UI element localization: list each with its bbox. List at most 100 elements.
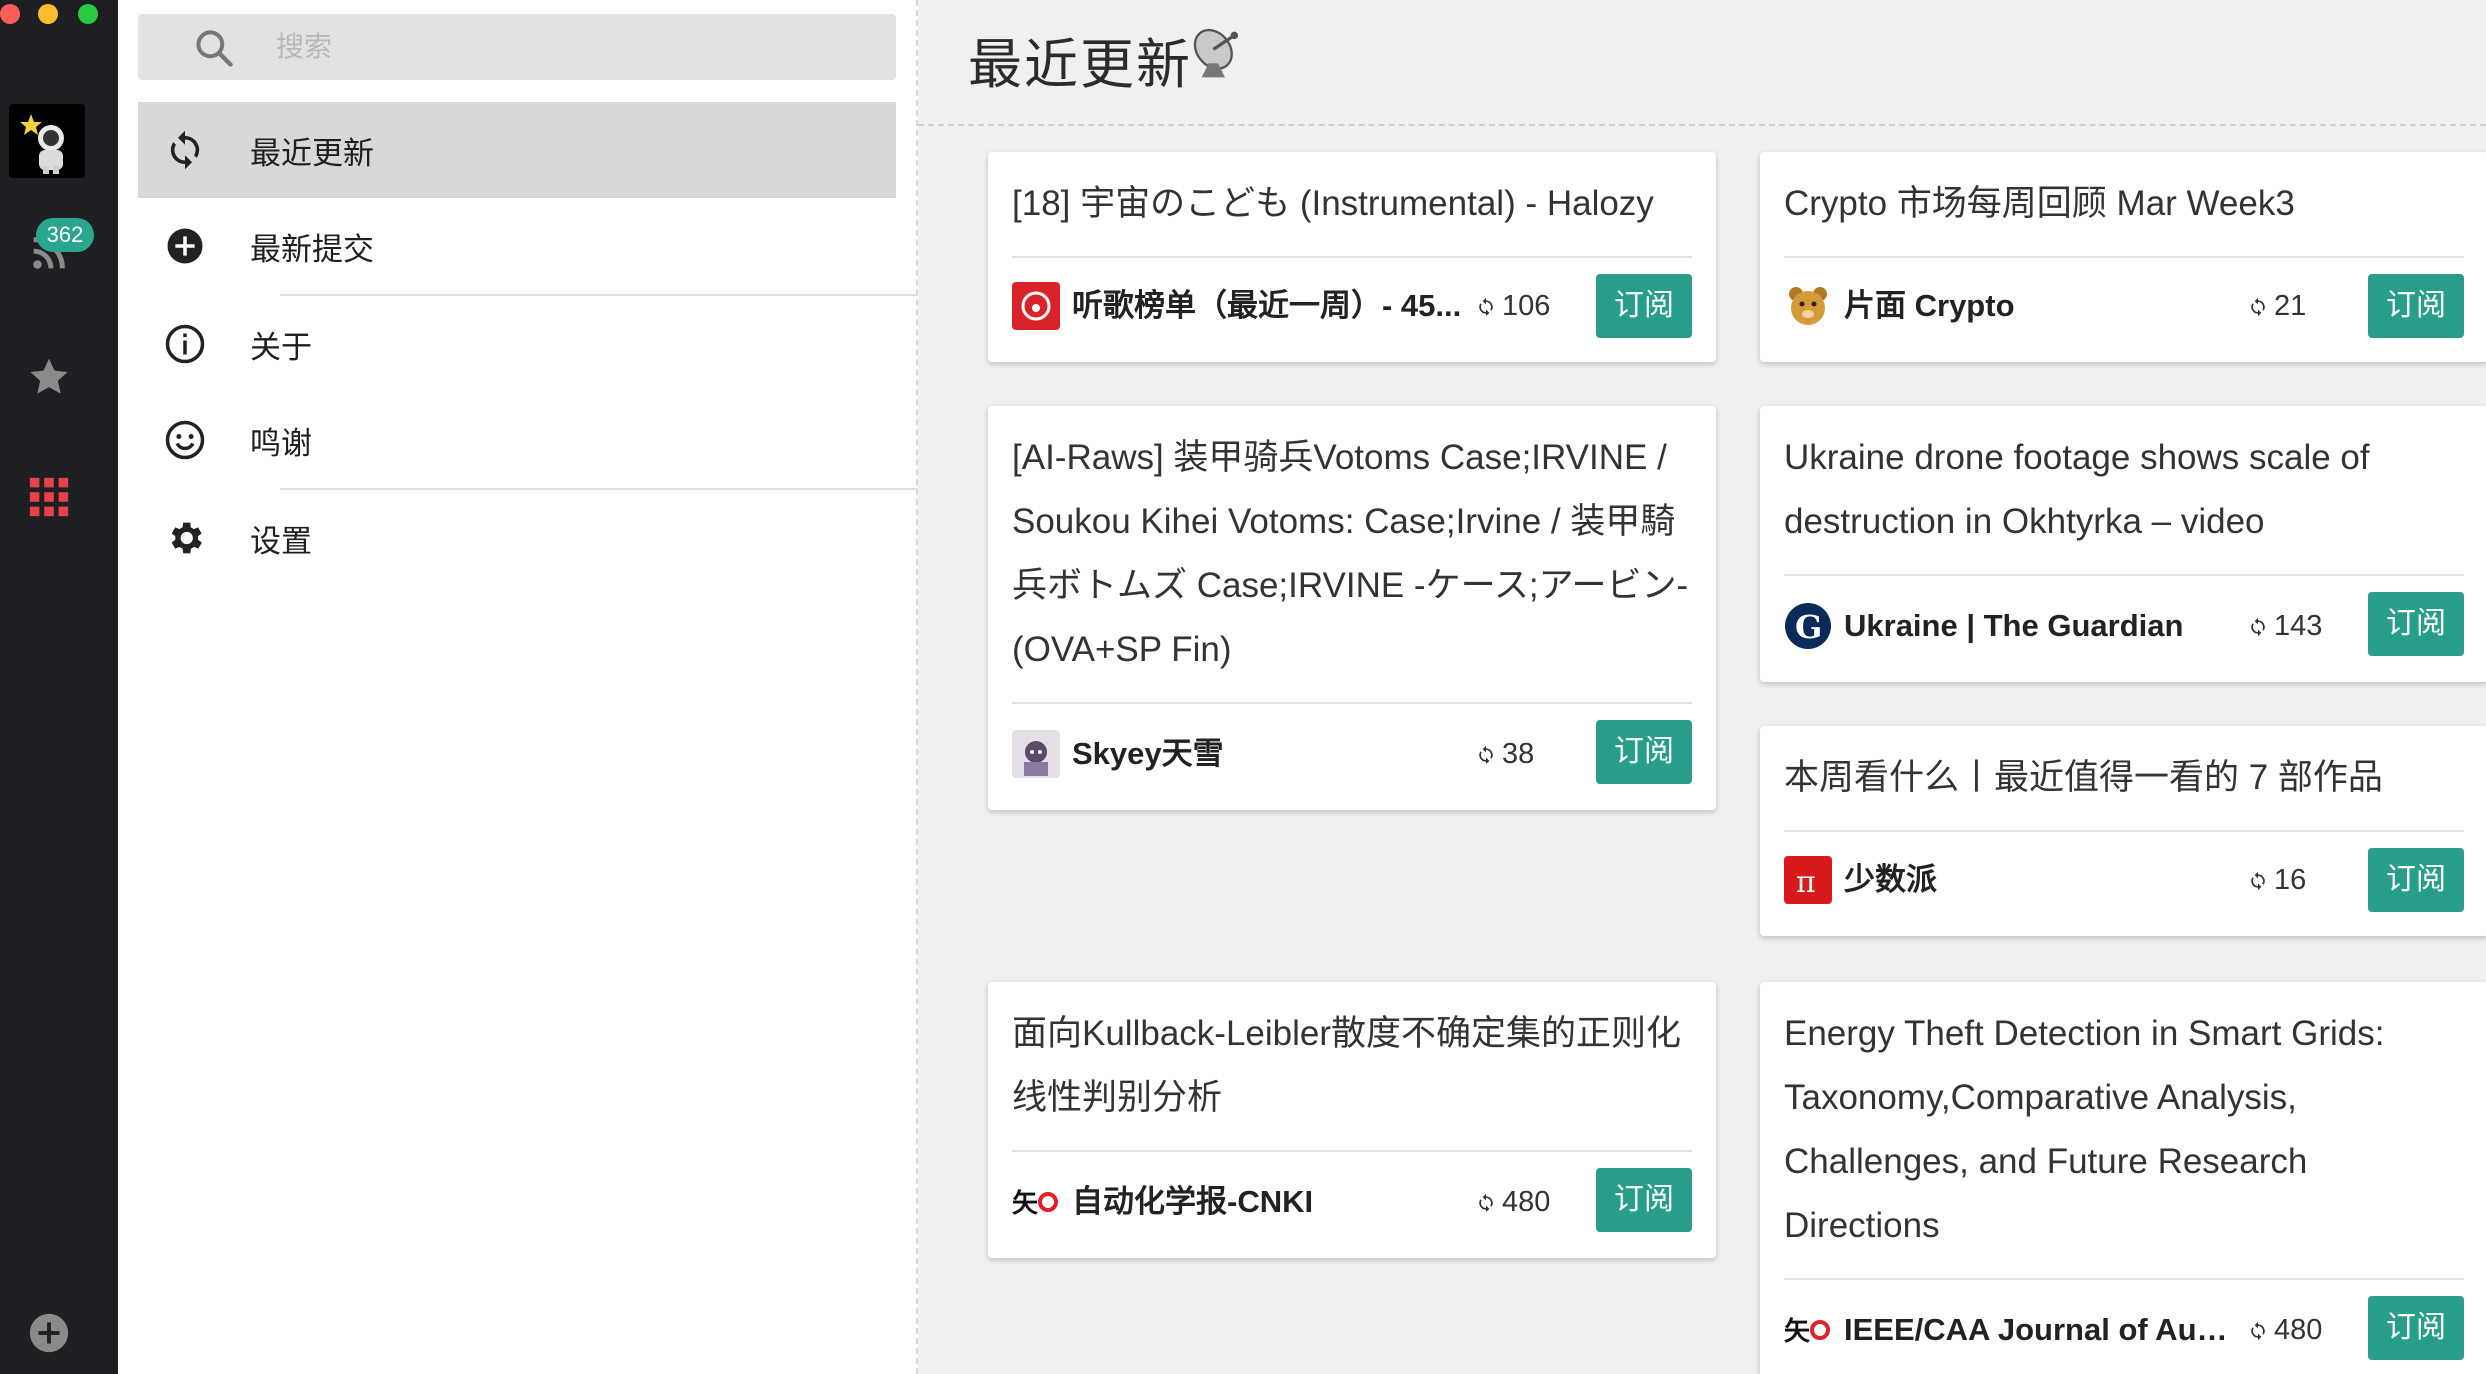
subscriber-count: 143 [2248,602,2322,650]
search-icon [196,30,233,67]
feed-name[interactable]: 听歌榜单（最近一周）- 45... [1072,282,1462,330]
nav-item-settings[interactable]: 设置 [138,490,896,586]
page-title: 最近更新 [968,35,1192,95]
feed-name[interactable]: Ukraine | The Guardian [1844,602,2224,650]
article-title[interactable]: Energy Theft Detection in Smart Grids: T… [1784,1002,2464,1258]
card-divider [1012,256,1692,258]
subscriber-count-value: 38 [1502,738,1535,770]
subscriber-count: 38 [1476,730,1534,778]
svg-text:G: G [1795,608,1822,646]
netease-music-icon [1012,282,1060,330]
nav-item-about[interactable]: 关于 [138,296,896,392]
sync-icon [1479,297,1493,317]
svg-text:矢: 矢 [1012,1188,1039,1219]
app-window: 362 搜索 最近更新 最新提交 关于 鸣谢 设置 最近更新 [18] 宇宙のこ… [0,0,2486,1374]
add-feed-icon[interactable] [26,1310,72,1356]
star-icon[interactable] [26,354,72,400]
anime-avatar-icon [1012,730,1060,778]
bear-icon [1784,282,1832,330]
card-divider [1784,1278,2464,1280]
article-card[interactable]: [AI-Raws] 装甲骑兵Votoms Case;IRVINE / Souko… [988,406,1716,810]
article-title[interactable]: Crypto 市场每周回顾 Mar Week3 [1784,172,2464,236]
article-card[interactable]: 本周看什么丨最近值得一看的 7 部作品 π 少数派 16 订阅 [1760,726,2486,936]
subscriber-count-value: 480 [2274,1314,2323,1346]
subscriber-count-value: 21 [2274,290,2307,322]
window-close-button[interactable] [0,4,20,24]
article-card[interactable]: Crypto 市场每周回顾 Mar Week3 片面 Crypto 21 订阅 [1760,152,2486,362]
article-title[interactable]: Ukraine drone footage shows scale of des… [1784,426,2464,554]
sync-icon [2251,871,2265,891]
app-rail: 362 [0,0,118,1374]
user-avatar[interactable] [9,104,85,178]
subscriber-count-value: 480 [1502,1186,1551,1218]
astronaut-icon [9,104,85,178]
card-divider [1784,574,2464,576]
smile-icon [165,420,205,460]
cnki-icon: 矢 [1012,1178,1060,1226]
sync-icon [170,130,200,170]
subscriber-count: 21 [2248,282,2306,330]
window-zoom-button[interactable] [78,4,98,24]
article-title[interactable]: 面向Kullback-Leibler散度不确定集的正则化线性判别分析 [1012,1002,1692,1130]
svg-text:π: π [1796,865,1816,900]
nav-item-thanks[interactable]: 鸣谢 [138,392,896,488]
add-circle-icon [167,228,203,264]
card-divider [1012,1150,1692,1152]
article-title[interactable]: [AI-Raws] 装甲骑兵Votoms Case;IRVINE / Souko… [1012,426,1692,682]
nav-label: 最近更新 [250,135,374,171]
article-title[interactable]: 本周看什么丨最近值得一看的 7 部作品 [1784,746,2464,810]
sspai-icon: π [1784,856,1832,904]
card-divider [1784,830,2464,832]
article-card[interactable]: Energy Theft Detection in Smart Grids: T… [1760,982,2486,1374]
sync-icon [2251,1321,2265,1341]
article-card[interactable]: [18] 宇宙のこども (Instrumental) - Halozy 听歌榜单… [988,152,1716,362]
card-divider [1012,702,1692,704]
subscribe-button[interactable]: 订阅 [1596,1168,1692,1232]
subscriber-count: 106 [1476,282,1550,330]
subscriber-count: 16 [2248,856,2306,904]
feed-name[interactable]: 片面 Crypto [1844,282,2224,330]
nav-item-recent-updates[interactable]: 最近更新 [138,102,896,198]
svg-text:矢: 矢 [1784,1316,1811,1347]
sync-icon [1479,1193,1493,1213]
feed-name[interactable]: Skyey天雪 [1072,730,1452,778]
satellite-dish-icon [1193,28,1239,78]
subscribe-button[interactable]: 订阅 [1596,274,1692,338]
nav-label: 设置 [250,523,312,559]
cnki-icon: 矢 [1784,1306,1832,1354]
article-card[interactable]: 面向Kullback-Leibler散度不确定集的正则化线性判别分析 矢 自动化… [988,982,1716,1258]
nav-label: 鸣谢 [250,425,312,461]
search-box[interactable] [138,14,896,80]
unread-count-badge: 362 [36,218,94,252]
subscriber-count-value: 143 [2274,610,2323,642]
subscribe-button[interactable]: 订阅 [2368,1296,2464,1360]
feed-name[interactable]: IEEE/CAA Journal of Auto... [1844,1306,2234,1354]
nav-label: 关于 [250,329,312,365]
feed-name[interactable]: 少数派 [1844,856,2224,904]
nav-label: 最新提交 [250,231,374,267]
title-divider [918,124,2486,126]
subscribe-button[interactable]: 订阅 [1596,720,1692,784]
main-content: 最近更新 [18] 宇宙のこども (Instrumental) - Halozy… [918,0,2486,1374]
sync-icon [2251,617,2265,637]
apps-grid-icon[interactable] [26,474,72,520]
subscriber-count-value: 106 [1502,290,1551,322]
info-icon [165,324,205,364]
subscribe-button[interactable]: 订阅 [2368,848,2464,912]
nav-sidebar: 最近更新 最新提交 关于 [118,0,918,1374]
subscriber-count: 480 [1476,1178,1550,1226]
article-title[interactable]: [18] 宇宙のこども (Instrumental) - Halozy [1012,172,1692,236]
gear-icon [171,522,202,554]
nav-item-latest-submissions[interactable]: 最新提交 [138,198,896,294]
subscriber-count-value: 16 [2274,864,2307,896]
article-card[interactable]: Ukraine drone footage shows scale of des… [1760,406,2486,682]
search-input[interactable] [276,26,856,68]
feed-name[interactable]: 自动化学报-CNKI [1072,1178,1452,1226]
sync-icon [1479,745,1493,765]
subscriber-count: 480 [2248,1306,2322,1354]
sync-icon [2251,297,2265,317]
window-minimize-button[interactable] [38,4,58,24]
subscribe-button[interactable]: 订阅 [2368,274,2464,338]
subscribe-button[interactable]: 订阅 [2368,592,2464,656]
card-divider [1784,256,2464,258]
